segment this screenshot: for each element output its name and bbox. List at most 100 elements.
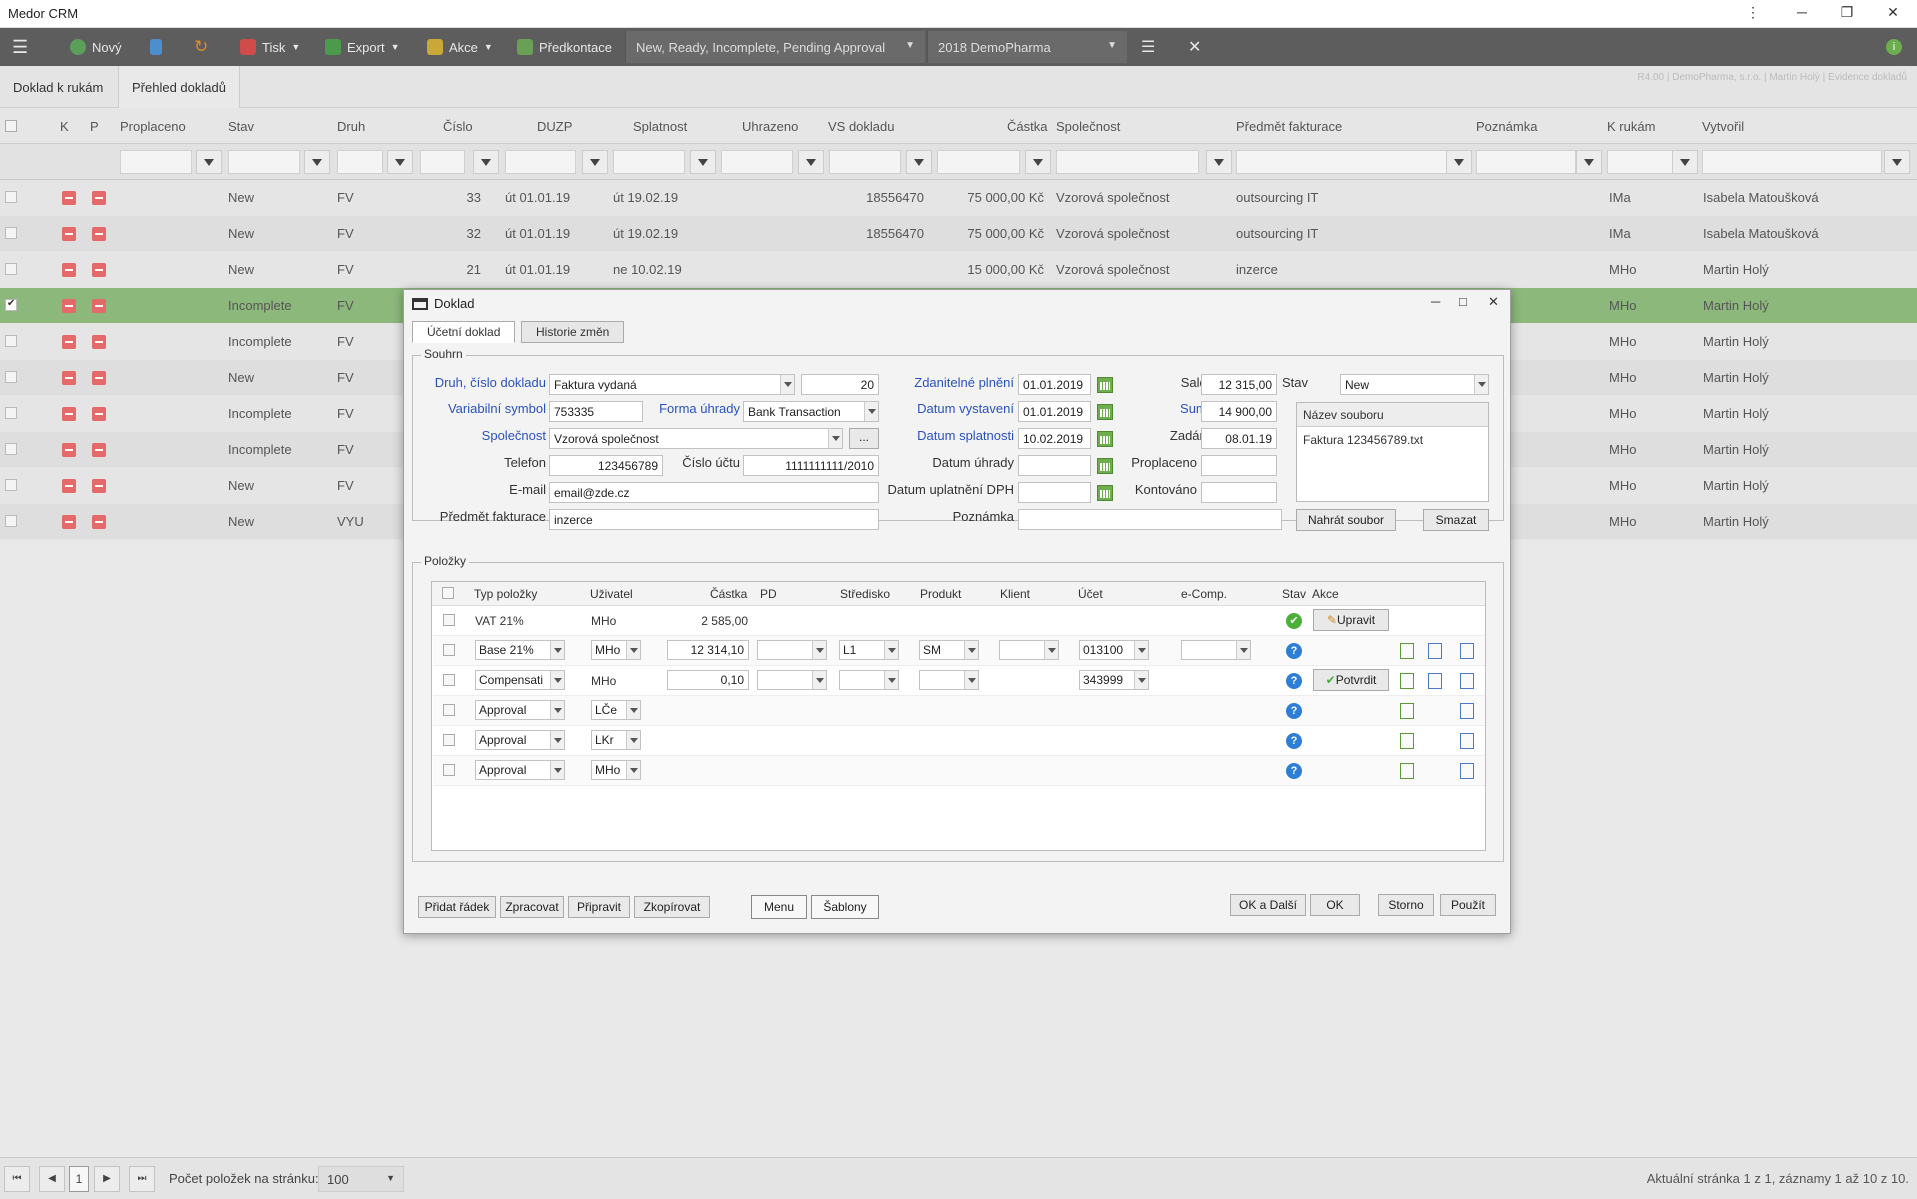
item-checkbox[interactable]: [443, 734, 455, 746]
item-uzivatel-select[interactable]: LČe: [591, 700, 641, 720]
col-cislo[interactable]: Číslo: [443, 119, 473, 134]
filter-input[interactable]: [228, 150, 300, 174]
p-flag-icon[interactable]: [92, 227, 106, 241]
filter-icon[interactable]: [798, 150, 824, 174]
item-typ-select[interactable]: Approval: [475, 700, 565, 720]
edit-item-button[interactable]: ✎Upravit: [1313, 609, 1389, 631]
status-filter-select[interactable]: New, Ready, Incomplete, Pending Approval…: [625, 31, 925, 63]
item-typ-select[interactable]: Approval: [475, 760, 565, 780]
datum-splatnosti-input[interactable]: 10.02.2019: [1018, 428, 1091, 449]
row-checkbox[interactable]: ✔: [5, 298, 17, 311]
col-proplaceno[interactable]: Proplaceno: [120, 119, 186, 134]
copy-button[interactable]: Zkopírovat: [634, 896, 710, 918]
item-typ-select[interactable]: Base 21%: [475, 640, 565, 660]
row-checkbox[interactable]: [5, 191, 17, 203]
process-button[interactable]: Zpracovat: [500, 896, 564, 918]
cislo-dokladu-input[interactable]: 20: [801, 374, 879, 395]
k-flag-icon[interactable]: [62, 407, 76, 421]
filter-icon[interactable]: [1025, 150, 1051, 174]
ok-next-button[interactable]: OK a Další: [1230, 894, 1306, 916]
filter-icon[interactable]: [304, 150, 330, 174]
col-k[interactable]: K: [60, 119, 69, 134]
templates-button[interactable]: Šablony: [811, 895, 879, 919]
filter-icon[interactable]: [690, 150, 716, 174]
filter-icon[interactable]: [1672, 150, 1698, 174]
k-flag-icon[interactable]: [62, 299, 76, 313]
filter-settings-icon[interactable]: ☰: [1141, 35, 1155, 59]
tab-doklad-k-rukam[interactable]: Doklad k rukám: [0, 66, 116, 108]
table-row[interactable]: New FV 21 út 01.01.19 ne 10.02.19 15 000,00 K…: [0, 252, 1917, 288]
confirm-item-button[interactable]: ✔Potvrdit: [1313, 669, 1389, 691]
filter-input[interactable]: [1236, 150, 1452, 174]
items-select-all-checkbox[interactable]: [442, 587, 454, 599]
current-page[interactable]: 1: [69, 1166, 89, 1192]
calculator-icon[interactable]: [1460, 643, 1474, 659]
item-castka-input[interactable]: 0,10: [667, 670, 749, 690]
calendar-icon[interactable]: [1097, 431, 1113, 447]
calendar-icon[interactable]: [1097, 377, 1113, 393]
col-uhrazeno[interactable]: Uhrazeno: [742, 119, 798, 134]
calculator-icon[interactable]: [1460, 703, 1474, 719]
filter-icon[interactable]: [1884, 150, 1910, 174]
item-stredisko-select[interactable]: [839, 670, 899, 690]
delete-file-button[interactable]: Smazat: [1423, 509, 1489, 531]
p-flag-icon[interactable]: [92, 263, 106, 277]
p-flag-icon[interactable]: [92, 191, 106, 205]
filter-input[interactable]: [505, 150, 576, 174]
dialog-close-button[interactable]: ✕: [1488, 294, 1499, 310]
item-row[interactable]: Approval LKr?: [433, 726, 1485, 756]
add-document-icon[interactable]: [1400, 643, 1414, 659]
predmet-input[interactable]: inzerce: [549, 509, 879, 530]
forma-uhrady-select[interactable]: Bank Transaction: [743, 401, 879, 422]
col-poznamka[interactable]: Poznámka: [1476, 119, 1537, 134]
dialog-minimize-button[interactable]: ─: [1431, 294, 1440, 309]
k-flag-icon[interactable]: [62, 263, 76, 277]
add-document-icon[interactable]: [1400, 673, 1414, 689]
stav-select[interactable]: New: [1340, 374, 1489, 395]
k-flag-icon[interactable]: [62, 443, 76, 457]
item-produkt-select[interactable]: [919, 670, 979, 690]
add-row-button[interactable]: Přidat řádek: [418, 896, 496, 918]
new-button[interactable]: Nový: [70, 35, 122, 59]
select-all-checkbox[interactable]: [5, 120, 17, 132]
k-flag-icon[interactable]: [62, 191, 76, 205]
item-klient-select[interactable]: [999, 640, 1059, 660]
datum-uhrady-input[interactable]: [1018, 455, 1091, 476]
item-row[interactable]: Approval LČe?: [433, 696, 1485, 726]
export-button[interactable]: Export ▼: [325, 35, 400, 59]
filter-icon[interactable]: [196, 150, 222, 174]
table-row[interactable]: New FV 33 út 01.01.19 út 19.02.19 18556470 75 …: [0, 180, 1917, 216]
item-checkbox[interactable]: [443, 614, 455, 626]
row-checkbox[interactable]: [5, 227, 17, 239]
item-row[interactable]: Compensati MHo 0,10 343999? ✔Potvrdit: [433, 666, 1485, 696]
delete-button[interactable]: [150, 35, 162, 59]
vs-input[interactable]: 753335: [549, 401, 643, 422]
filter-input[interactable]: [120, 150, 192, 174]
cislo-uctu-input[interactable]: 1111111111/2010: [743, 455, 879, 476]
filter-input[interactable]: [1702, 150, 1882, 174]
item-pd-select[interactable]: [757, 640, 827, 660]
item-ucet-select[interactable]: 343999: [1079, 670, 1149, 690]
k-flag-icon[interactable]: [62, 335, 76, 349]
filter-input[interactable]: [721, 150, 793, 174]
k-flag-icon[interactable]: [62, 371, 76, 385]
last-page-button[interactable]: ⏭: [129, 1166, 155, 1192]
calculator-icon[interactable]: [1460, 673, 1474, 689]
filter-icon[interactable]: [473, 150, 499, 174]
item-ucet-select[interactable]: 013100: [1079, 640, 1149, 660]
prepare-button[interactable]: Připravit: [568, 896, 630, 918]
p-flag-icon[interactable]: [92, 299, 106, 313]
datum-vystaveni-input[interactable]: 01.01.2019: [1018, 401, 1091, 422]
cancel-button[interactable]: Storno: [1378, 894, 1434, 916]
item-produkt-select[interactable]: SM: [919, 640, 979, 660]
item-row[interactable]: Base 21% MHo 12 314,10 L1 SM 013100?: [433, 636, 1485, 666]
col-p[interactable]: P: [90, 119, 99, 134]
add-document-icon[interactable]: [1400, 763, 1414, 779]
filter-input[interactable]: [829, 150, 901, 174]
col-krukam[interactable]: K rukám: [1607, 119, 1655, 134]
zdanitelne-plneni-input[interactable]: 01.01.2019: [1018, 374, 1091, 395]
row-checkbox[interactable]: [5, 371, 17, 383]
hamburger-menu-icon[interactable]: ☰: [12, 35, 28, 59]
filter-input[interactable]: [1476, 150, 1576, 174]
row-checkbox[interactable]: [5, 479, 17, 491]
